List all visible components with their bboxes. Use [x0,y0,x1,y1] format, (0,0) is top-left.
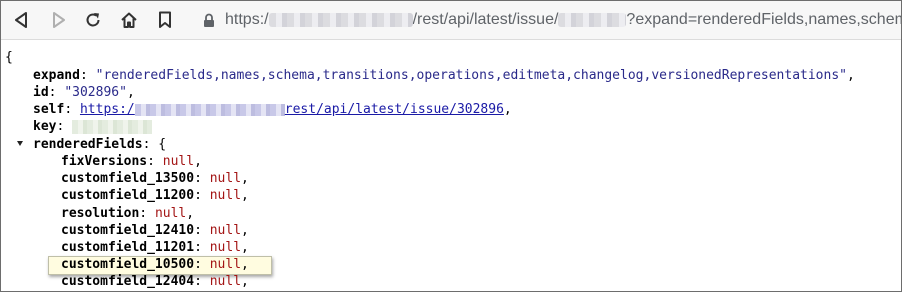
json-row-field: customfield_12410: null, [61,222,249,238]
address-bar[interactable]: https:/ /rest/api/latest/issue/ ?expand=… [197,5,901,35]
json-row-expand: expand: "renderedFields,names,schema,tra… [33,68,855,83]
json-comma: , [241,274,249,290]
reload-button[interactable] [81,8,105,32]
url-scheme: https:/ [225,11,269,28]
json-row-field: customfield_11200: null, [61,188,249,204]
json-row-self: self: https:/rest/api/latest/issue/30289… [33,102,512,117]
json-null-value: null [209,257,242,273]
json-row-field: resolution: null, [61,205,195,221]
json-comma: , [194,154,202,169]
json-comma: , [241,188,249,204]
json-null-value: null [154,205,187,221]
json-key: key [33,119,57,134]
json-key: fixVersions [61,154,148,169]
bookmark-button[interactable] [153,8,177,32]
url-text: https:/ /rest/api/latest/issue/ ?expand=… [225,11,902,29]
json-viewer: { expand: "renderedFields,names,schema,t… [1,40,901,291]
collapse-toggle-icon[interactable] [17,141,23,146]
back-icon [15,12,27,28]
json-key: customfield_13500 [61,171,195,187]
json-key: resolution [61,205,140,221]
json-string-value: "302896" [64,85,127,100]
url-host-redacted [268,13,413,27]
json-row-field: customfield_13500: null, [61,171,249,187]
url-query: ?expand=renderedFields,names,schem [626,11,902,28]
json-key: id [33,85,49,100]
browser-toolbar: https:/ /rest/api/latest/issue/ ?expand=… [1,1,901,40]
json-string-value: "renderedFields,names,schema,transitions… [95,68,847,83]
json-key: customfield_12410 [61,222,195,238]
link-host-redacted [134,103,285,116]
json-comma: , [241,257,249,273]
json-row-field: customfield_10500: null, [61,257,249,273]
self-link[interactable]: https:/rest/api/latest/issue/302896 [80,102,504,117]
json-comma: , [241,240,249,255]
json-null-value: null [162,154,195,169]
json-open-brace: { [5,50,13,65]
home-button[interactable] [117,8,141,32]
json-comma: , [846,68,855,83]
url-issue-redacted [558,13,627,27]
back-button[interactable] [9,8,33,32]
json-comma: , [241,222,249,238]
json-row-field: customfield_11201: null, [61,240,249,255]
json-key: customfield_10500 [61,257,195,273]
json-open-brace: { [158,137,167,152]
json-row-key: key: [33,118,153,135]
forward-button[interactable] [47,8,71,32]
json-null-value: null [209,222,242,238]
json-key: customfield_12404 [61,274,195,290]
json-key: renderedFields [33,137,143,152]
lock-icon [203,11,215,29]
json-row-renderedFields[interactable]: renderedFields: { [33,136,166,153]
json-row-field: customfield_12404: null, [61,274,249,290]
json-key: self [33,102,65,117]
reload-icon [86,13,100,27]
browser-window: https:/ /rest/api/latest/issue/ ?expand=… [0,0,902,292]
bookmark-icon [159,11,171,28]
json-null-value: null [209,188,242,204]
json-comma: , [186,205,195,221]
json-null-value: null [209,240,242,255]
forward-icon [53,12,65,28]
json-row-field: fixVersions: null, [61,154,202,169]
json-comma: , [503,102,512,117]
json-key: customfield_11200 [61,188,195,204]
json-null-value: null [209,274,242,290]
home-icon [121,12,137,28]
json-null-value: null [209,171,242,187]
url-path: /rest/api/latest/issue/ [412,11,559,28]
json-row-id: id: "302896", [33,85,135,100]
json-key: expand [33,68,80,83]
json-comma: , [126,85,135,100]
key-value-redacted [72,119,153,134]
json-comma: , [241,171,249,187]
json-key: customfield_11201 [61,240,195,255]
